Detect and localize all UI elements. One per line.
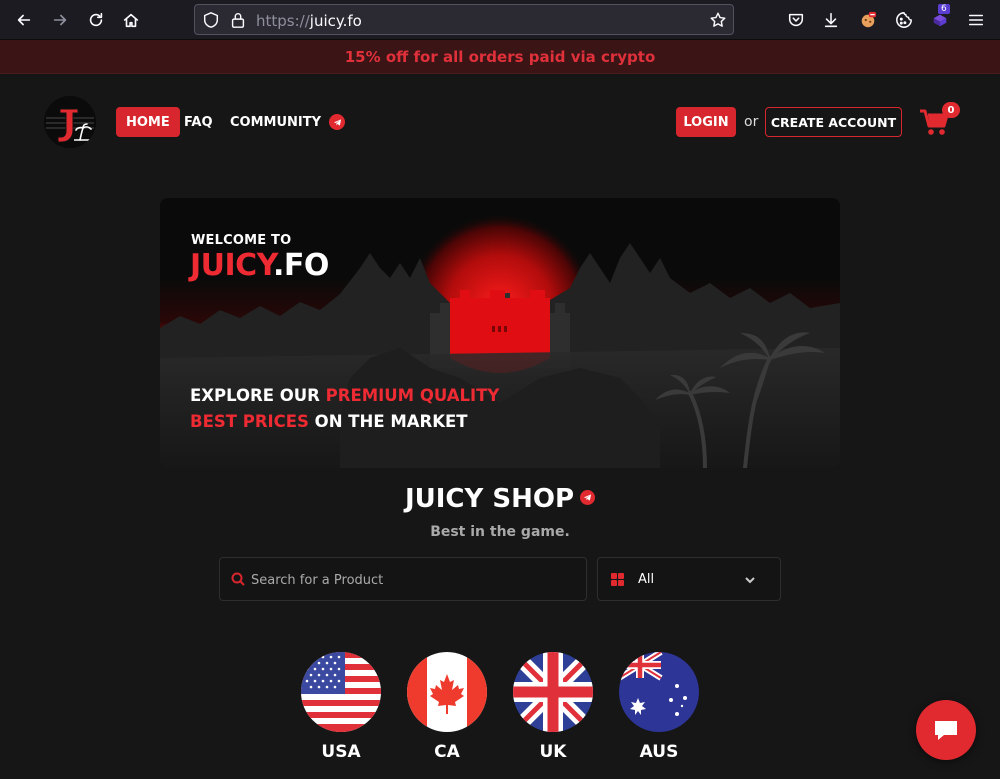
banner-tagline-1: EXPLORE OUR PREMIUM QUALITY (190, 386, 499, 405)
shop-telegram-icon[interactable] (580, 490, 596, 505)
search-input[interactable] (251, 568, 571, 592)
banner-tagline-2: BEST PRICES ON THE MARKET (190, 412, 468, 431)
chat-bubble-icon (935, 721, 957, 740)
country-ca[interactable]: CA (406, 652, 488, 762)
banner-welcome: WELCOME TO (191, 233, 292, 248)
lock-icon[interactable] (229, 11, 247, 29)
extension-icon[interactable] (856, 8, 880, 32)
nav-home[interactable]: HOME (116, 107, 180, 137)
bookmark-star-icon[interactable] (709, 11, 727, 29)
country-uk[interactable]: UK (512, 652, 594, 762)
country-usa[interactable]: USA (300, 652, 382, 762)
url-scheme: https:// (256, 12, 310, 30)
download-icon[interactable] (819, 8, 843, 32)
site-logo[interactable] (44, 96, 96, 148)
shield-icon[interactable] (202, 11, 220, 29)
promo-text: 15% off for all orders paid via crypto (344, 47, 656, 66)
url-text[interactable]: https://juicy.fo (256, 12, 362, 30)
canada-flag-icon (407, 652, 487, 732)
nav-faq[interactable]: FAQ (184, 107, 213, 137)
country-label: AUS (639, 742, 679, 762)
category-selected-value: All (638, 572, 655, 587)
banner-brand-red: JUICY (190, 248, 273, 283)
tagline-1-red: PREMIUM QUALITY (325, 386, 500, 405)
country-label: USA (321, 742, 361, 762)
nav-community[interactable]: COMMUNITY (230, 107, 346, 137)
australia-flag-icon (619, 652, 699, 732)
shop-subtitle: Best in the game. (430, 524, 570, 540)
country-aus[interactable]: AUS (618, 652, 700, 762)
chat-button[interactable] (916, 700, 976, 760)
telegram-icon[interactable] (329, 114, 346, 130)
back-icon[interactable] (12, 8, 36, 32)
cookie-icon[interactable] (892, 8, 916, 32)
cart-count-badge: 0 (942, 102, 960, 118)
banner-brand-white: .FO (272, 248, 329, 283)
banner-brand: JUICY.FO (190, 248, 329, 283)
chevron-down-icon (745, 577, 755, 584)
menu-icon[interactable] (964, 8, 988, 32)
category-select[interactable]: All (597, 557, 781, 601)
usa-flag-icon (301, 652, 381, 732)
browser-toolbar: https://juicy.fo 6 (0, 0, 1000, 40)
create-account-button[interactable]: CREATE ACCOUNT (765, 107, 902, 137)
tagline-1-white: EXPLORE OUR (190, 386, 326, 405)
search-icon (231, 572, 245, 586)
home-icon[interactable] (119, 8, 143, 32)
login-button[interactable]: LOGIN (676, 107, 736, 137)
tagline-2-white: ON THE MARKET (308, 412, 468, 431)
nav-community-label: COMMUNITY (230, 114, 322, 130)
reload-icon[interactable] (84, 8, 108, 32)
extension-badge: 6 (938, 4, 950, 14)
shop-title: JUICY SHOP (0, 484, 1000, 514)
promo-banner: 15% off for all orders paid via crypto (0, 40, 1000, 74)
tagline-2-red: BEST PRICES (190, 412, 309, 431)
product-search[interactable] (219, 557, 587, 601)
address-bar[interactable]: https://juicy.fo (194, 4, 734, 35)
hero-banner: WELCOME TO JUICY.FO EXPLORE OUR PREMIUM … (160, 198, 840, 468)
country-label: CA (434, 742, 460, 762)
country-label: UK (539, 742, 567, 762)
shop-title-text: JUICY SHOP (404, 484, 575, 514)
uk-flag-icon (513, 652, 593, 732)
extension-wallet-icon[interactable]: 6 (928, 4, 952, 32)
or-separator: or (744, 114, 759, 130)
forward-icon[interactable] (48, 8, 72, 32)
url-host: juicy.fo (309, 12, 362, 30)
pocket-icon[interactable] (784, 8, 808, 32)
grid-icon (611, 573, 624, 586)
